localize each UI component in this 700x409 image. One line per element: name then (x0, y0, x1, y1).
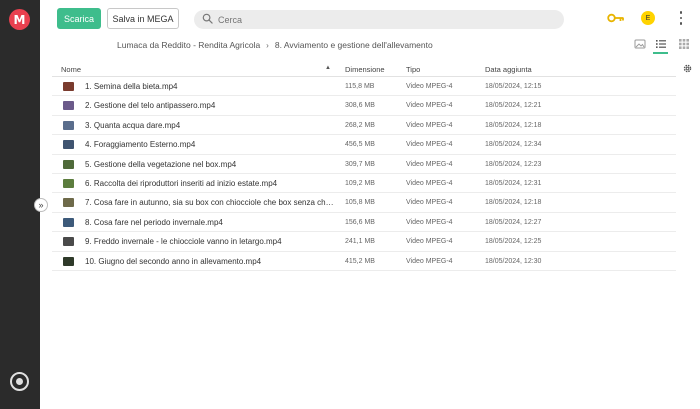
search-icon (202, 13, 213, 24)
table-row[interactable]: 4. Foraggiamento Esterno.mp4 456,5 MB Vide… (52, 135, 676, 155)
file-size: 156,6 MB (345, 218, 375, 226)
file-date: 18/05/2024, 12:31 (485, 179, 542, 187)
file-type: Video MPEG-4 (406, 160, 453, 168)
video-thumbnail-icon (63, 101, 74, 111)
video-thumbnail-icon (63, 217, 74, 227)
file-name: 8. Cosa fare nel periodo invernale.mp4 (85, 217, 223, 227)
column-header-date[interactable]: Data aggiunta (485, 65, 532, 74)
file-date: 18/05/2024, 12:34 (485, 141, 542, 149)
image-view-icon[interactable] (633, 37, 647, 51)
file-name: 7. Cosa fare in autunno, sia su box con … (85, 198, 335, 208)
table-row[interactable]: 9. Freddo invernale - le chiocciole vann… (52, 232, 676, 252)
video-thumbnail-icon (63, 256, 74, 266)
table-row[interactable]: 10. Giugno del secondo anno in allevamen… (52, 252, 676, 271)
mega-logo[interactable]: M (9, 9, 30, 30)
file-date: 18/05/2024, 12:18 (485, 199, 542, 207)
file-type: Video MPEG-4 (406, 238, 453, 246)
table-row[interactable]: 1. Semina della bieta.mp4 115,8 MB Video M… (52, 77, 676, 97)
download-button[interactable]: Scarica (57, 8, 101, 29)
table-row[interactable]: 8. Cosa fare nel periodo invernale.mp4 15… (52, 213, 676, 233)
file-size: 268,2 MB (345, 121, 375, 129)
file-type: Video MPEG-4 (406, 218, 453, 226)
list-view-icon[interactable] (654, 37, 668, 51)
column-header-type[interactable]: Tipo (406, 65, 420, 74)
file-size: 115,8 MB (345, 83, 375, 90)
file-type: Video MPEG-4 (406, 257, 453, 265)
table-row[interactable]: 2. Gestione del telo antipassero.mp4 308,… (52, 96, 676, 116)
top-toolbar: Scarica Salva in MEGA E (40, 0, 700, 38)
file-date: 18/05/2024, 12:23 (485, 160, 542, 168)
table-row[interactable]: 7. Cosa fare in autunno, sia su box con … (52, 193, 676, 213)
file-size: 105,8 MB (345, 199, 375, 207)
key-icon[interactable] (607, 11, 625, 25)
file-size: 309,7 MB (345, 160, 375, 168)
save-to-mega-button[interactable]: Salva in MEGA (107, 8, 179, 29)
breadcrumb-item-current: 8. Avviamento e gestione dell'allevament… (274, 40, 433, 50)
breadcrumb-item-parent[interactable]: Lumaca da Reddito - Rendita Agricola (117, 40, 260, 50)
grid-view-icon[interactable] (677, 37, 691, 51)
vertical-dots-icon[interactable] (677, 10, 685, 26)
video-thumbnail-icon (63, 159, 74, 169)
table-row[interactable]: 3. Quanta acqua dare.mp4 268,2 MB Video MP… (52, 116, 676, 136)
breadcrumb: Lumaca da Reddito - Rendita Agricola › 8… (117, 39, 433, 51)
chevron-up-icon[interactable]: ▲ (325, 65, 331, 71)
table-row[interactable]: 5. Gestione della vegetazione nel box.mp… (52, 155, 676, 174)
file-name: 1. Semina della bieta.mp4 (85, 82, 178, 91)
file-name: 4. Foraggiamento Esterno.mp4 (85, 140, 196, 150)
column-header-name[interactable]: Nome (61, 65, 81, 74)
file-type: Video MPEG-4 (406, 179, 453, 187)
file-type: Video MPEG-4 (406, 199, 453, 207)
video-thumbnail-icon (63, 178, 74, 188)
file-date: 18/05/2024, 12:25 (485, 238, 542, 246)
file-type: Video MPEG-4 (406, 121, 453, 129)
file-size: 109,2 MB (345, 179, 375, 187)
file-type: Video MPEG-4 (406, 83, 453, 90)
video-thumbnail-icon (63, 237, 74, 247)
file-date: 18/05/2024, 12:15 (485, 83, 542, 90)
active-view-indicator (653, 52, 668, 54)
file-date: 18/05/2024, 12:18 (485, 121, 542, 129)
file-name: 3. Quanta acqua dare.mp4 (85, 120, 181, 130)
file-name: 2. Gestione del telo antipassero.mp4 (85, 101, 216, 111)
user-avatar[interactable]: E (641, 11, 655, 25)
account-circle-icon[interactable] (10, 372, 29, 391)
file-size: 241,1 MB (345, 238, 375, 246)
video-thumbnail-icon (63, 198, 74, 208)
video-thumbnail-icon (63, 140, 74, 150)
file-name: 5. Gestione della vegetazione nel box.mp… (85, 159, 237, 169)
video-thumbnail-icon (63, 120, 74, 130)
file-table: Nome ▲ Dimensione Tipo Data aggiunta 1. … (52, 61, 676, 271)
search-input[interactable] (218, 10, 558, 29)
file-name: 10. Giugno del secondo anno in allevamen… (85, 256, 262, 266)
file-size: 456,5 MB (345, 141, 375, 149)
file-size: 308,6 MB (345, 102, 375, 110)
file-date: 18/05/2024, 12:21 (485, 102, 542, 110)
gear-icon[interactable] (682, 63, 693, 74)
file-date: 18/05/2024, 12:27 (485, 218, 542, 226)
table-row[interactable]: 6. Raccolta dei riproduttori inseriti ad… (52, 174, 676, 194)
file-name: 6. Raccolta dei riproduttori inseriti ad… (85, 178, 278, 188)
file-type: Video MPEG-4 (406, 141, 453, 149)
file-type: Video MPEG-4 (406, 102, 453, 110)
file-name: 9. Freddo invernale - le chiocciole vann… (85, 237, 282, 247)
table-header: Nome ▲ Dimensione Tipo Data aggiunta (52, 61, 676, 77)
file-date: 18/05/2024, 12:30 (485, 257, 542, 265)
expand-sidebar-icon[interactable]: » (34, 198, 48, 212)
video-thumbnail-icon (63, 82, 74, 91)
column-header-size[interactable]: Dimensione (345, 65, 385, 74)
file-size: 415,2 MB (345, 257, 375, 265)
table-body: 1. Semina della bieta.mp4 115,8 MB Video M… (52, 77, 676, 271)
breadcrumb-separator: › (266, 40, 269, 50)
